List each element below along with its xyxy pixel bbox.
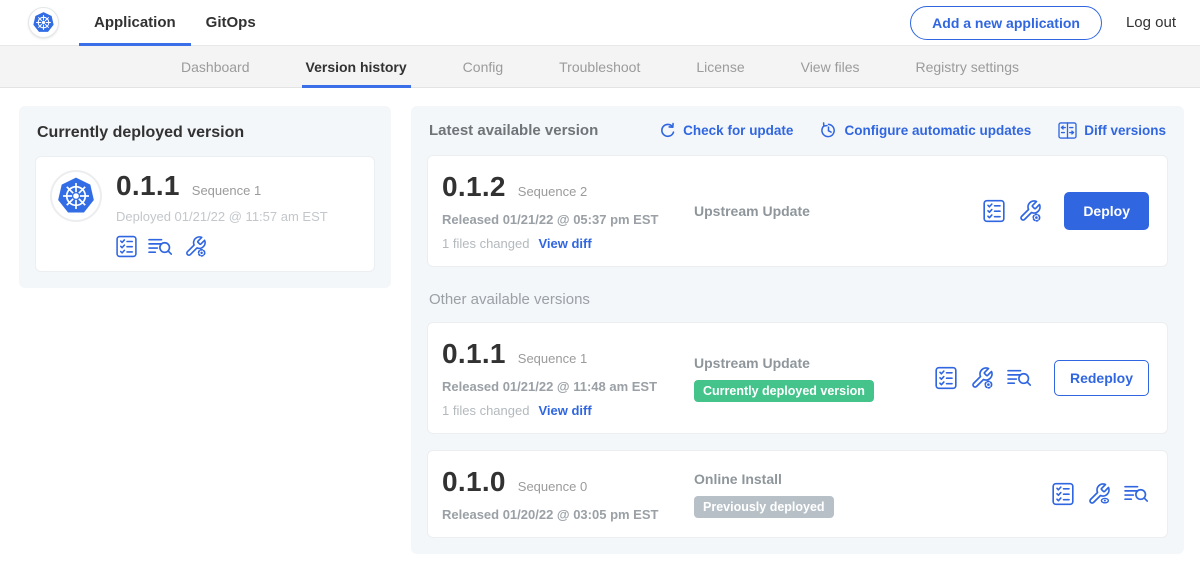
preflight-checklist-icon[interactable] bbox=[1052, 482, 1074, 506]
configure-automatic-updates-label: Configure automatic updates bbox=[844, 123, 1031, 138]
check-for-update-link[interactable]: Check for update bbox=[659, 122, 793, 139]
subnav-item-troubleshoot[interactable]: Troubleshoot bbox=[559, 46, 640, 88]
preflight-checklist-icon[interactable] bbox=[116, 235, 137, 258]
subnav-label: Dashboard bbox=[181, 59, 250, 75]
version-history-panel: Latest available version Check for updat… bbox=[411, 106, 1184, 554]
files-changed-row: 1 files changed View diff bbox=[442, 403, 694, 418]
config-wrench-gear-icon[interactable] bbox=[184, 235, 207, 258]
version-row: 0.1.0 Sequence 0 bbox=[442, 466, 694, 498]
source-label: Upstream Update bbox=[694, 203, 973, 219]
config-wrench-gear-icon[interactable] bbox=[1018, 199, 1042, 223]
previously-deployed-badge: Previously deployed bbox=[694, 496, 834, 518]
latest-version-title: Latest available version bbox=[429, 122, 598, 139]
config-wrench-eye-icon[interactable] bbox=[1087, 482, 1111, 506]
main-content: Currently deployed version bbox=[0, 88, 1200, 554]
currently-deployed-panel: Currently deployed version bbox=[19, 106, 391, 288]
released-timestamp: Released 01/21/22 @ 11:48 am EST bbox=[442, 379, 694, 394]
preflight-checklist-icon[interactable] bbox=[935, 366, 957, 390]
diff-versions-label: Diff versions bbox=[1084, 123, 1166, 138]
released-timestamp: Released 01/20/22 @ 03:05 pm EST bbox=[442, 507, 694, 522]
view-logs-icon[interactable] bbox=[148, 237, 173, 257]
files-changed-label: 1 files changed bbox=[442, 403, 529, 418]
subnav-label: Registry settings bbox=[916, 59, 1019, 75]
version-source: Upstream Update Currently deployed versi… bbox=[694, 355, 935, 402]
subnav-item-view-files[interactable]: View files bbox=[801, 46, 860, 88]
source-label: Online Install bbox=[694, 471, 1042, 487]
version-card-0-1-0: 0.1.0 Sequence 0 Released 01/20/22 @ 03:… bbox=[427, 450, 1168, 538]
deployed-actions bbox=[116, 235, 328, 258]
subnav-label: Troubleshoot bbox=[559, 59, 640, 75]
tab-gitops-label: GitOps bbox=[206, 14, 256, 31]
version-actions: Deploy bbox=[983, 192, 1153, 230]
diff-columns-icon bbox=[1058, 122, 1077, 139]
subnav-label: Version history bbox=[306, 59, 407, 75]
view-logs-icon[interactable] bbox=[1124, 484, 1149, 504]
version-number: 0.1.1 bbox=[442, 338, 506, 370]
currently-deployed-title: Currently deployed version bbox=[37, 124, 375, 142]
version-actions bbox=[1052, 482, 1153, 506]
version-row: 0.1.2 Sequence 2 bbox=[442, 171, 694, 203]
tab-gitops[interactable]: GitOps bbox=[191, 0, 271, 46]
refresh-icon bbox=[659, 122, 676, 139]
schedule-clock-icon bbox=[820, 122, 837, 139]
app-kubernetes-logo-icon bbox=[50, 170, 102, 222]
deployed-version-info: 0.1.1 Sequence 1 Deployed 01/21/22 @ 11:… bbox=[116, 170, 328, 258]
add-new-application-button[interactable]: Add a new application bbox=[910, 6, 1102, 40]
check-for-update-label: Check for update bbox=[683, 123, 793, 138]
tab-application-label: Application bbox=[94, 14, 176, 31]
version-history-actions: Check for update Configure automatic upd… bbox=[659, 122, 1166, 139]
redeploy-button[interactable]: Redeploy bbox=[1054, 360, 1149, 396]
source-label: Upstream Update bbox=[694, 355, 925, 371]
version-row: 0.1.1 Sequence 1 bbox=[442, 338, 694, 370]
subnav-item-version-history[interactable]: Version history bbox=[306, 46, 407, 88]
kubernetes-logo-icon bbox=[28, 7, 59, 38]
version-source: Online Install Previously deployed bbox=[694, 471, 1052, 518]
subnav-label: License bbox=[696, 59, 744, 75]
files-changed-label: 1 files changed bbox=[442, 236, 529, 251]
version-source: Upstream Update bbox=[694, 203, 983, 219]
latest-version-header: Latest available version Check for updat… bbox=[429, 122, 1166, 139]
deployed-timestamp: Deployed 01/21/22 @ 11:57 am EST bbox=[116, 209, 328, 224]
version-actions: Redeploy bbox=[935, 360, 1153, 396]
released-timestamp: Released 01/21/22 @ 05:37 pm EST bbox=[442, 212, 694, 227]
sequence-label: Sequence 0 bbox=[518, 479, 587, 494]
version-info: 0.1.0 Sequence 0 Released 01/20/22 @ 03:… bbox=[442, 466, 694, 522]
other-versions-label: Other available versions bbox=[429, 291, 1166, 308]
deployed-version-row: 0.1.1 Sequence 1 bbox=[116, 170, 328, 202]
config-wrench-gear-icon[interactable] bbox=[970, 366, 994, 390]
view-diff-link[interactable]: View diff bbox=[538, 236, 591, 251]
sequence-label: Sequence 2 bbox=[518, 184, 587, 199]
version-card-0-1-2: 0.1.2 Sequence 2 Released 01/21/22 @ 05:… bbox=[427, 155, 1168, 267]
diff-versions-link[interactable]: Diff versions bbox=[1058, 122, 1166, 139]
deployed-version-number: 0.1.1 bbox=[116, 170, 180, 202]
deploy-button[interactable]: Deploy bbox=[1064, 192, 1149, 230]
subnav-label: Config bbox=[463, 59, 503, 75]
app-page: Application GitOps Add a new application… bbox=[0, 0, 1200, 564]
version-number: 0.1.0 bbox=[442, 466, 506, 498]
subnav-item-registry-settings[interactable]: Registry settings bbox=[916, 46, 1019, 88]
subnav-item-dashboard[interactable]: Dashboard bbox=[181, 46, 250, 88]
version-number: 0.1.2 bbox=[442, 171, 506, 203]
files-changed-row: 1 files changed View diff bbox=[442, 236, 694, 251]
deployed-sequence-label: Sequence 1 bbox=[192, 183, 261, 198]
app-subnav: Dashboard Version history Config Trouble… bbox=[0, 46, 1200, 88]
preflight-checklist-icon[interactable] bbox=[983, 199, 1005, 223]
version-card-0-1-1: 0.1.1 Sequence 1 Released 01/21/22 @ 11:… bbox=[427, 322, 1168, 434]
currently-deployed-card: 0.1.1 Sequence 1 Deployed 01/21/22 @ 11:… bbox=[35, 156, 375, 272]
currently-deployed-badge: Currently deployed version bbox=[694, 380, 874, 402]
view-logs-icon[interactable] bbox=[1007, 368, 1032, 388]
version-info: 0.1.2 Sequence 2 Released 01/21/22 @ 05:… bbox=[442, 171, 694, 251]
subnav-item-config[interactable]: Config bbox=[463, 46, 503, 88]
version-info: 0.1.1 Sequence 1 Released 01/21/22 @ 11:… bbox=[442, 338, 694, 418]
configure-automatic-updates-link[interactable]: Configure automatic updates bbox=[820, 122, 1031, 139]
top-bar: Application GitOps Add a new application… bbox=[0, 0, 1200, 46]
sequence-label: Sequence 1 bbox=[518, 351, 587, 366]
logout-button[interactable]: Log out bbox=[1126, 14, 1176, 31]
tab-application[interactable]: Application bbox=[79, 0, 191, 46]
subnav-label: View files bbox=[801, 59, 860, 75]
subnav-item-license[interactable]: License bbox=[696, 46, 744, 88]
view-diff-link[interactable]: View diff bbox=[538, 403, 591, 418]
